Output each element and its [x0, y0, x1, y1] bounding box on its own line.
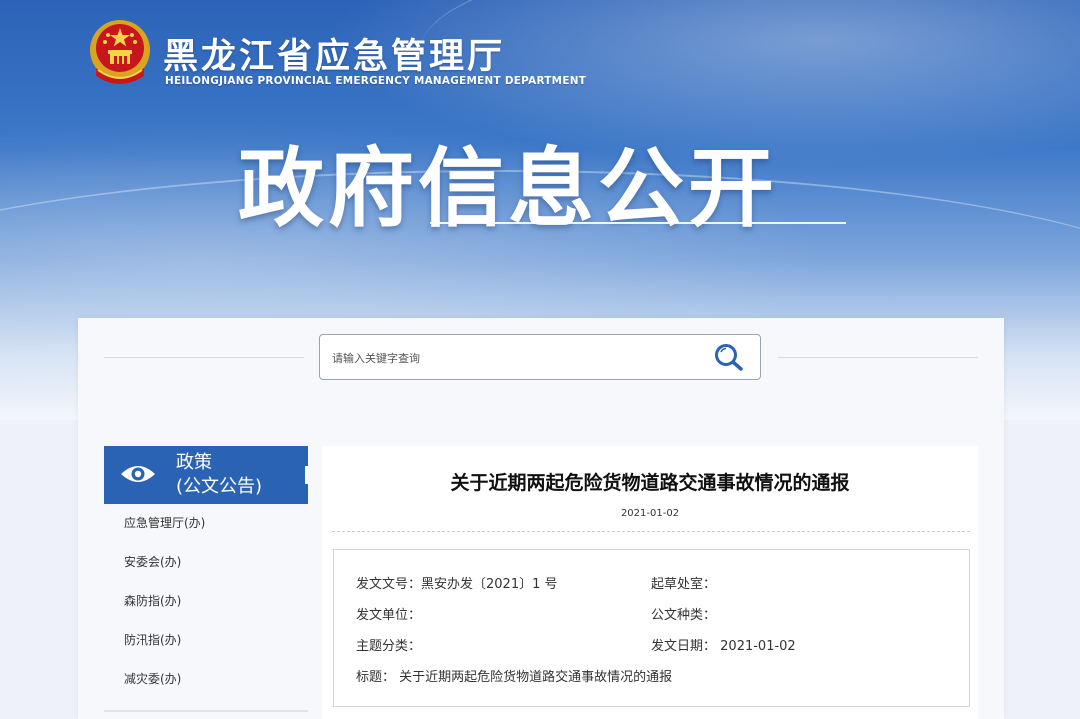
site-name-english: HEILONGJIANG PROVINCIAL EMERGENCY MANAGE…	[165, 75, 587, 87]
meta-label: 发文单位：	[356, 608, 422, 623]
sidebar-item-flood-control[interactable]: 防汛指(办)	[104, 621, 308, 660]
sidebar-item-forest-fire[interactable]: 森防指(办)	[104, 582, 308, 621]
national-emblem-icon	[90, 20, 150, 84]
search-input[interactable]	[330, 347, 694, 369]
meta-drafting-office: 起草处室：	[651, 573, 716, 592]
sidebar-header[interactable]: 政策 (公文公告)	[104, 446, 308, 504]
banner-title-underline	[430, 222, 846, 224]
sidebar-item-safety-committee[interactable]: 安委会(办)	[104, 543, 308, 582]
meta-label: 标题：	[356, 670, 396, 685]
meta-value: 黑安办发〔2021〕1 号	[421, 577, 558, 592]
meta-title: 标题： 关于近期两起危险货物道路交通事故情况的通报	[356, 666, 672, 685]
main-panel: 政策 (公文公告) 应急管理厅(办) 安委会(办) 森防指(办) 防汛指(办) …	[78, 318, 1004, 719]
document-content: 关于近期两起危险货物道路交通事故情况的通报 2021-01-02 发文文号：黑安…	[322, 446, 978, 719]
meta-value: 关于近期两起危险货物道路交通事故情况的通报	[399, 670, 673, 685]
sidebar-list: 应急管理厅(办) 安委会(办) 森防指(办) 防汛指(办) 减灾委(办)	[104, 504, 308, 699]
eye-icon	[121, 466, 155, 482]
meta-issuing-unit: 发文单位：	[356, 604, 421, 623]
sidebar-header-line2: (公文公告)	[176, 476, 263, 497]
sidebar-header-line1: 政策	[176, 452, 212, 473]
search-divider-right	[778, 357, 978, 358]
search-box	[319, 334, 761, 380]
sidebar-header-marker	[305, 466, 308, 484]
meta-label: 公文种类：	[651, 608, 717, 623]
meta-label: 主题分类：	[356, 639, 422, 654]
search-divider-left	[104, 357, 304, 358]
document-title: 关于近期两起危险货物道路交通事故情况的通报	[450, 472, 850, 494]
meta-label: 发文日期：	[651, 639, 717, 654]
search-icon[interactable]	[713, 342, 745, 372]
sidebar-item-emergency-dept[interactable]: 应急管理厅(办)	[104, 504, 308, 543]
meta-issue-date: 发文日期： 2021-01-02	[651, 635, 796, 654]
site-name: 黑龙江省应急管理厅	[163, 37, 506, 77]
meta-label: 起草处室：	[651, 577, 717, 592]
sidebar-header-label: 政策 (公文公告)	[176, 451, 262, 499]
banner-title: 政府信息公开	[238, 139, 778, 239]
meta-doc-type: 公文种类：	[651, 604, 716, 623]
document-date: 2021-01-02	[620, 508, 680, 519]
title-divider	[332, 531, 970, 532]
meta-doc-number: 发文文号：黑安办发〔2021〕1 号	[356, 573, 558, 592]
sidebar-item-disaster-reduction[interactable]: 减灾委(办)	[104, 660, 308, 699]
document-meta-box: 发文文号：黑安办发〔2021〕1 号 起草处室： 发文单位： 公文种类： 主题分…	[333, 549, 970, 707]
meta-label: 发文文号：	[356, 577, 422, 592]
meta-subject: 主题分类：	[356, 635, 421, 654]
sidebar-divider	[104, 710, 308, 712]
meta-value: 2021-01-02	[720, 639, 796, 654]
